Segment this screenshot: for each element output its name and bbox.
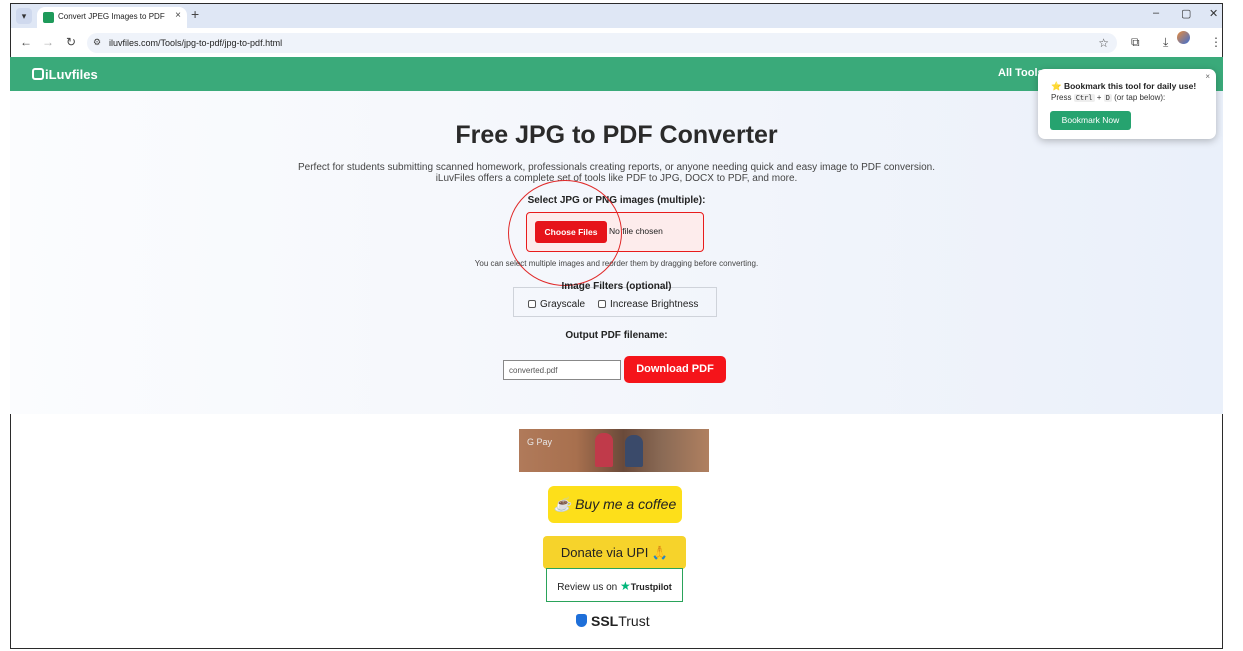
trustpilot-star-icon: ★ [620, 579, 631, 593]
brightness-checkbox-icon[interactable] [598, 300, 606, 308]
bookmark-popup: × ⭐ Bookmark this tool for daily use! Pr… [1038, 69, 1216, 139]
description-line-2: iLuvFiles offers a complete set of tools… [435, 173, 798, 184]
donate-upi-button[interactable]: Donate via UPI 🙏 [543, 536, 686, 569]
page-description: Perfect for students submitting scanned … [10, 162, 1223, 184]
highlight-circle [508, 180, 622, 286]
grayscale-checkbox-icon[interactable] [528, 300, 536, 308]
reorder-hint: You can select multiple images and reord… [474, 259, 759, 268]
output-filename-input[interactable]: converted.pdf [503, 360, 621, 380]
brightness-checkbox[interactable]: Increase Brightness [598, 299, 698, 310]
banner-photo-figure [625, 435, 643, 467]
site-logo[interactable]: iLuvfiles [32, 67, 98, 82]
nav-all-tools[interactable]: All Tools [998, 67, 1044, 79]
gpay-donation-banner[interactable]: G Pay [519, 429, 709, 472]
buy-me-coffee-button[interactable]: ☕ Buy me a coffee [548, 486, 682, 523]
page-viewport: iLuvfiles All Tools Free JPG to PDF Conv… [10, 3, 1223, 649]
popup-title: ⭐ Bookmark this tool for daily use! [1051, 81, 1197, 91]
output-filename-label: Output PDF filename: [565, 330, 668, 341]
popup-close-icon[interactable]: × [1205, 72, 1210, 81]
description-line-1: Perfect for students submitting scanned … [297, 162, 935, 173]
gpay-label: G Pay [527, 437, 553, 447]
image-filters-label: Image Filters (optional) [561, 281, 672, 292]
coffee-cup-icon: ☕ [553, 496, 572, 512]
logo-text: iLuvfiles [45, 67, 98, 82]
bookmark-now-button[interactable]: Bookmark Now [1050, 111, 1131, 130]
select-images-label: Select JPG or PNG images (multiple): [527, 195, 706, 206]
download-pdf-button[interactable]: Download PDF [624, 356, 726, 383]
shield-icon [576, 614, 587, 627]
ssltrust-badge[interactable]: SSLTrust [576, 613, 650, 629]
banner-photo-figure [595, 433, 613, 467]
key-ctrl: Ctrl [1073, 94, 1095, 102]
converter-section: Free JPG to PDF Converter Perfect for st… [10, 91, 1223, 414]
trustpilot-logo: Trustpilot [630, 582, 672, 592]
key-d: D [1103, 94, 1112, 102]
trustpilot-review-button[interactable]: Review us on ★Trustpilot [546, 568, 683, 602]
logo-icon [32, 68, 44, 80]
popup-instructions: Press Ctrl + D (or tap below): [1051, 93, 1166, 102]
grayscale-checkbox[interactable]: Grayscale [528, 299, 585, 310]
